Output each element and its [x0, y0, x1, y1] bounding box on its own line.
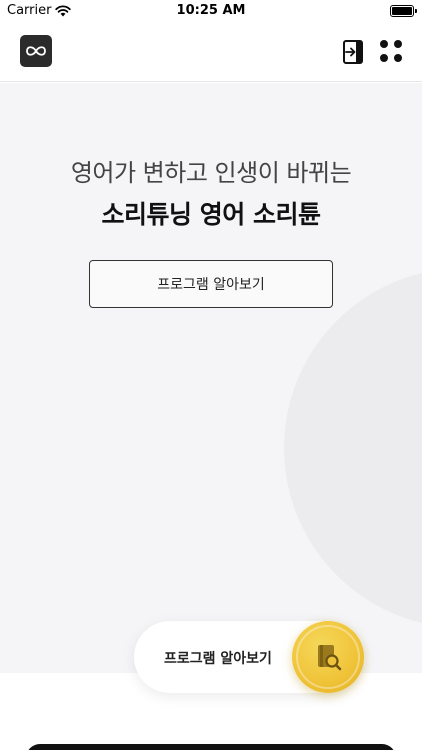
hero-section: 영어가 변하고 인생이 바뀌는 소리튜닝 영어 소리튠 프로그램 알아보기 [0, 83, 422, 673]
hero-headline: 소리튜닝 영어 소리튠 [101, 200, 321, 229]
floating-pill-label: 프로그램 알아보기 [164, 651, 272, 667]
decorative-circle [284, 268, 422, 628]
app-header [0, 22, 422, 82]
book-search-icon [318, 645, 342, 671]
hero-tagline: 영어가 변하고 인생이 바뀌는 [70, 159, 352, 187]
floating-program-button[interactable] [292, 621, 364, 693]
battery-icon [390, 5, 417, 17]
status-bar: Carrier 10:25 AM [0, 0, 422, 22]
four-dots-menu-icon[interactable] [380, 40, 402, 62]
bottom-bar [26, 744, 396, 750]
login-icon[interactable] [342, 39, 364, 65]
status-time: 10:25 AM [176, 3, 246, 18]
infinity-logo-icon[interactable] [20, 35, 52, 67]
program-info-button[interactable]: 프로그램 알아보기 [89, 260, 333, 308]
